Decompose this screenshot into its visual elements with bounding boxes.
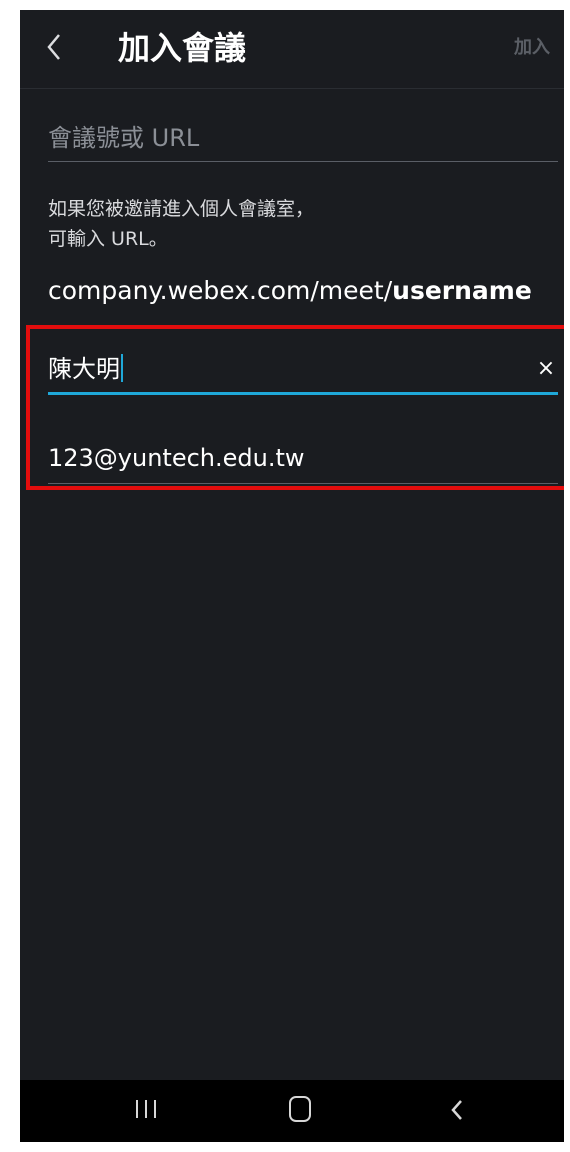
recent-apps-icon bbox=[154, 1100, 156, 1118]
recent-apps-icon bbox=[136, 1100, 138, 1118]
example-url-username: username bbox=[392, 276, 532, 305]
email-input-underline bbox=[48, 483, 558, 484]
meeting-number-input[interactable]: 會議號或 URL bbox=[48, 122, 558, 162]
join-button[interactable]: 加入 bbox=[514, 34, 550, 62]
meeting-input-underline bbox=[48, 161, 558, 162]
meeting-number-placeholder: 會議號或 URL bbox=[48, 124, 200, 152]
personal-room-hint: 如果您被邀請進入個人會議室， 可輸入 URL。 bbox=[48, 194, 548, 254]
header: 加入會議 加入 bbox=[20, 10, 564, 89]
nav-back-icon[interactable] bbox=[450, 1095, 464, 1125]
clear-name-button[interactable]: × bbox=[534, 357, 558, 381]
text-cursor bbox=[121, 354, 123, 382]
back-button[interactable] bbox=[34, 24, 74, 70]
example-url: company.webex.com/meet/username bbox=[48, 274, 532, 308]
recent-apps-icon bbox=[145, 1100, 147, 1118]
name-input-underline bbox=[48, 392, 558, 395]
system-navigation-bar bbox=[20, 1080, 564, 1142]
example-url-prefix: company.webex.com/meet/ bbox=[48, 276, 393, 305]
home-button[interactable] bbox=[289, 1096, 311, 1122]
clear-icon: × bbox=[536, 356, 556, 381]
name-input-value: 陳大明 bbox=[48, 355, 120, 383]
name-input[interactable]: 陳大明 × bbox=[48, 353, 558, 395]
email-input[interactable]: 123@yuntech.edu.tw bbox=[48, 442, 558, 484]
email-input-value: 123@yuntech.edu.tw bbox=[48, 444, 305, 472]
phone-screen: 加入會議 加入 會議號或 URL 如果您被邀請進入個人會議室， 可輸入 URL。… bbox=[20, 10, 564, 1142]
recent-apps-button[interactable] bbox=[136, 1100, 156, 1118]
back-arrow-icon bbox=[47, 34, 60, 60]
hint-line-1: 如果您被邀請進入個人會議室， bbox=[48, 198, 315, 220]
page-title: 加入會議 bbox=[118, 29, 247, 67]
hint-line-2: 可輸入 URL。 bbox=[48, 228, 168, 250]
